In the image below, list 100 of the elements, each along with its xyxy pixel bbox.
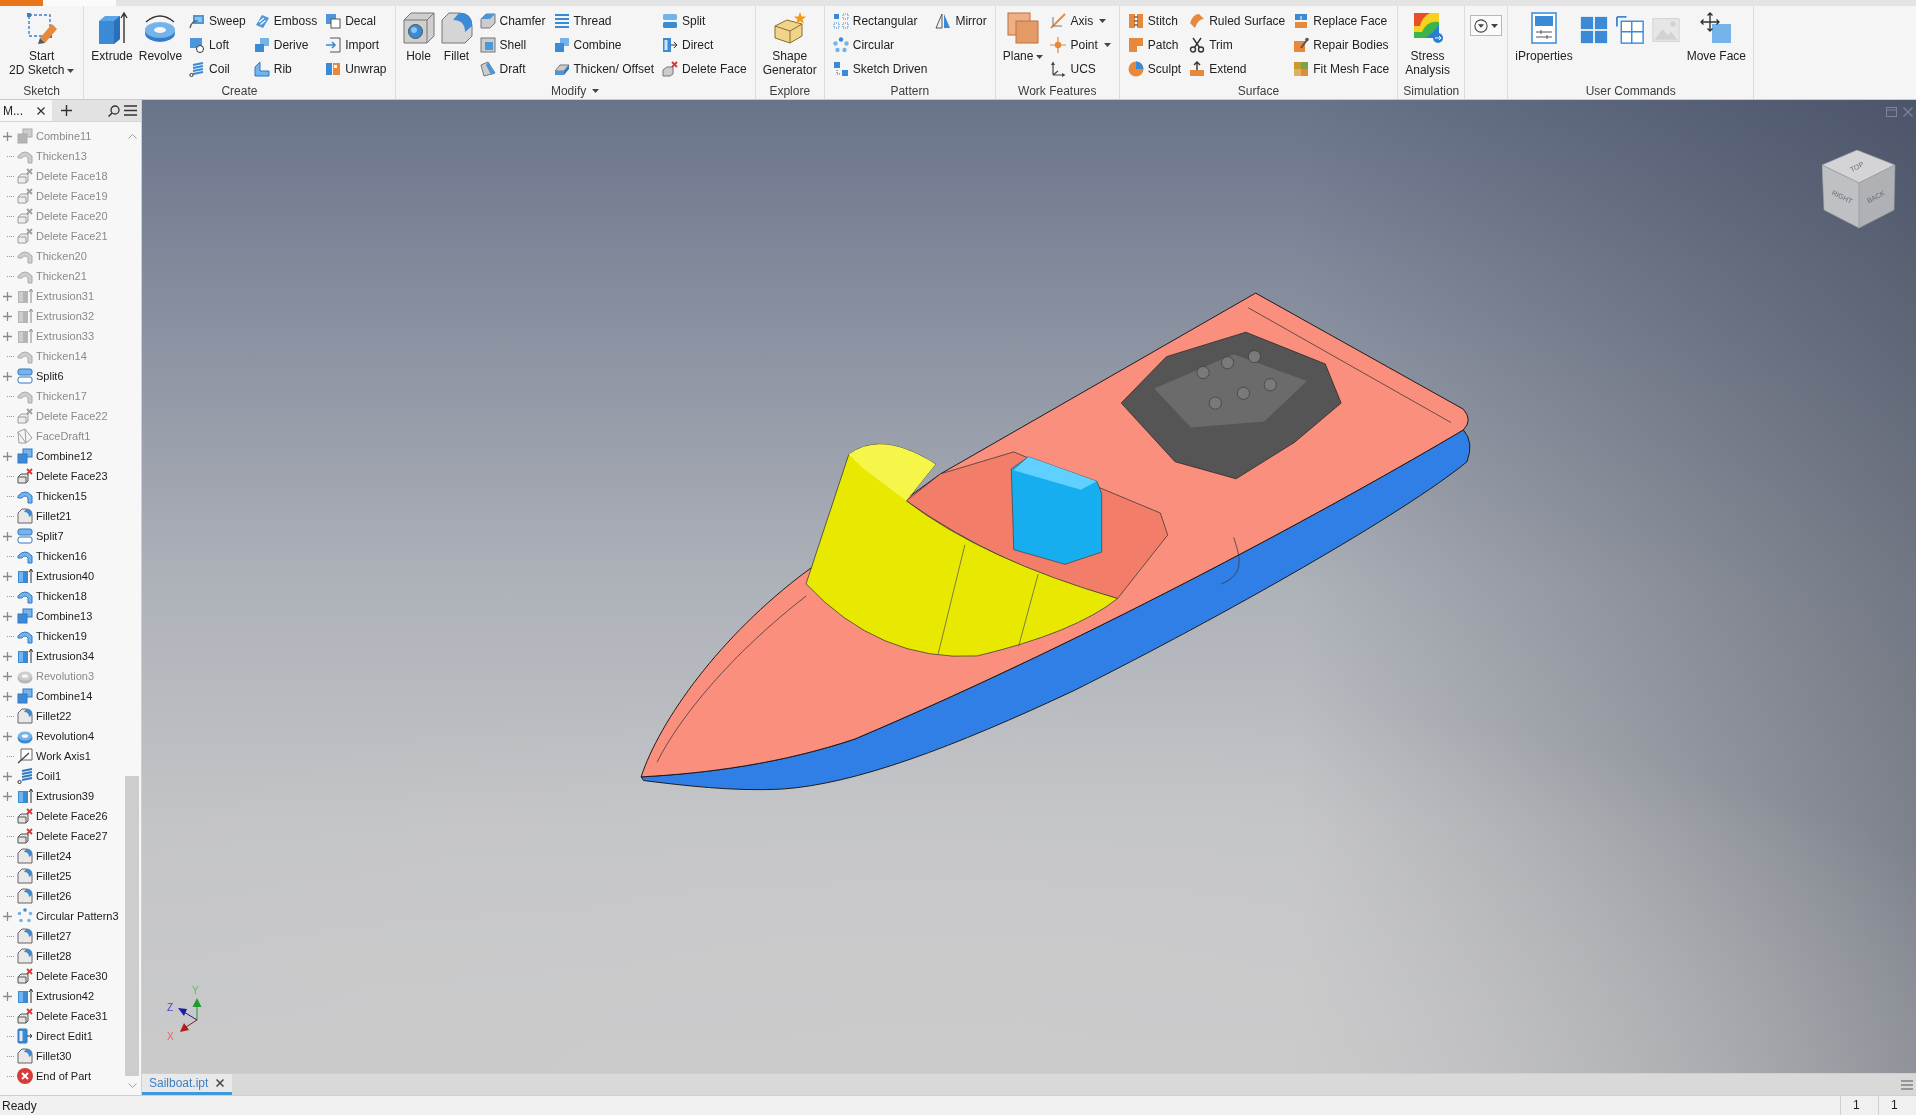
tool-button[interactable]: Stress Analysis (1403, 9, 1452, 77)
tree-item[interactable]: Thicken18 (0, 586, 123, 606)
expand-plus-icon[interactable] (3, 451, 12, 461)
tool-button[interactable]: Repair Bodies (1290, 33, 1392, 57)
expand-plus-icon[interactable] (3, 771, 12, 781)
tool-button[interactable]: Shape Generator (760, 9, 819, 77)
tree-item[interactable]: Fillet28 (0, 946, 123, 966)
tree-item[interactable]: Delete Face26 (0, 806, 123, 826)
expand-plus-icon[interactable] (3, 571, 12, 581)
tree-item[interactable]: Combine13 (0, 606, 123, 626)
tool-button[interactable]: Extend (1186, 57, 1250, 81)
tree-item[interactable]: Revolution4 (0, 726, 123, 746)
tree-item[interactable]: Fillet27 (0, 926, 123, 946)
tool-button[interactable]: Trim (1186, 33, 1236, 57)
menu-icon[interactable] (124, 105, 137, 116)
expand-plus-icon[interactable] (3, 611, 12, 621)
tree-item[interactable]: Circular Pattern3 (0, 906, 123, 926)
tree-item[interactable]: Fillet24 (0, 846, 123, 866)
tool-button[interactable]: Draft (476, 57, 529, 81)
tree-item[interactable]: Delete Face27 (0, 826, 123, 846)
tree-item[interactable]: Direct Edit1 (0, 1026, 123, 1046)
tree-item[interactable]: End of Part (0, 1066, 123, 1086)
tool-button[interactable]: Shell (476, 33, 530, 57)
tree-item[interactable]: Coil1 (0, 766, 123, 786)
tree-item[interactable]: Thicken19 (0, 626, 123, 646)
expand-plus-icon[interactable] (3, 131, 12, 141)
tree-item[interactable]: Delete Face30 (0, 966, 123, 986)
tool-button[interactable]: Revolve (136, 9, 185, 63)
tree-item[interactable]: Fillet22 (0, 706, 123, 726)
restore-window-icon[interactable] (1886, 107, 1897, 117)
expand-plus-icon[interactable] (3, 311, 12, 321)
expand-plus-icon[interactable] (3, 731, 12, 741)
expand-plus-icon[interactable] (3, 651, 12, 661)
tool-button[interactable]: Decal (322, 9, 379, 33)
tree-item[interactable]: Split6 (0, 366, 123, 386)
expand-plus-icon[interactable] (3, 531, 12, 541)
dropdown-button[interactable] (1470, 15, 1503, 36)
tool-button[interactable]: Sketch Driven (829, 57, 931, 81)
tree-item[interactable]: Extrusion34 (0, 646, 123, 666)
tree-item[interactable]: Thicken15 (0, 486, 123, 506)
tree-item[interactable]: Thicken16 (0, 546, 123, 566)
tree-item[interactable]: Delete Face23 (0, 466, 123, 486)
scrollbar-thumb[interactable] (125, 776, 139, 1076)
tool-button[interactable]: Plane (1000, 9, 1046, 63)
tool-button[interactable]: Hole (400, 9, 437, 63)
tool-button[interactable]: Derive (250, 33, 312, 57)
search-icon[interactable] (108, 104, 120, 117)
expand-plus-icon[interactable] (3, 331, 12, 341)
tool-button[interactable]: Sweep (186, 9, 249, 33)
expand-plus-icon[interactable] (3, 911, 12, 921)
expand-plus-icon[interactable] (3, 991, 12, 1001)
tool-button[interactable]: Coil (186, 57, 233, 81)
scroll-down-icon[interactable] (127, 1083, 137, 1088)
tool-button[interactable]: Circular (829, 33, 898, 57)
tree-item[interactable]: Fillet30 (0, 1046, 123, 1066)
tree-item[interactable]: Fillet21 (0, 506, 123, 526)
expand-plus-icon[interactable] (3, 291, 12, 301)
tool-button[interactable]: Thread (550, 9, 615, 33)
tool-button[interactable]: Start 2D Sketch (7, 9, 77, 77)
tree-item[interactable]: Combine14 (0, 686, 123, 706)
tree-item[interactable]: Extrusion39 (0, 786, 123, 806)
plus-icon[interactable] (61, 105, 72, 116)
expand-plus-icon[interactable] (3, 671, 12, 681)
tool-button[interactable]: Emboss (250, 9, 321, 33)
tool-button[interactable]: Loft (186, 33, 233, 57)
tool-button[interactable]: iProperties (1513, 9, 1575, 63)
close-icon[interactable] (216, 1079, 225, 1087)
tool-button[interactable]: Thicken/ Offset (550, 57, 657, 81)
tool-button[interactable]: Combine (550, 33, 625, 57)
close-icon[interactable] (37, 106, 45, 115)
expand-plus-icon[interactable] (3, 691, 12, 701)
tool-button[interactable]: Split (659, 9, 709, 33)
tool-button[interactable]: Unwrap (322, 57, 390, 81)
tree-item[interactable]: Fillet26 (0, 886, 123, 906)
tool-button[interactable]: Point (1047, 33, 1114, 57)
document-tab[interactable]: Sailboat.ipt (142, 1074, 233, 1095)
panel-menu-button[interactable]: Modify (550, 83, 600, 99)
tree-item[interactable]: Extrusion42 (0, 986, 123, 1006)
tool-button[interactable]: UCS (1047, 57, 1099, 81)
tool-button[interactable]: Delete Face (659, 57, 750, 81)
scroll-up-icon[interactable] (127, 134, 137, 139)
tool-button[interactable]: Patch (1124, 33, 1182, 57)
tree-item[interactable]: Work Axis1 (0, 746, 123, 766)
tool-button[interactable]: Stitch (1124, 9, 1181, 33)
tree-item[interactable]: Fillet25 (0, 866, 123, 886)
tool-button[interactable]: Direct (659, 33, 717, 57)
tool-button[interactable]: Replace Face (1290, 9, 1391, 33)
tool-button[interactable]: Mirror (932, 9, 990, 33)
tool-button[interactable]: Rib (250, 57, 295, 81)
tool-button[interactable]: Fillet (438, 9, 475, 63)
tool-button[interactable]: Rectangular (829, 9, 921, 33)
tree-item[interactable]: Combine12 (0, 446, 123, 466)
tool-button[interactable]: Ruled Surface (1186, 9, 1289, 33)
tree-item[interactable]: Delete Face31 (0, 1006, 123, 1026)
tool-button[interactable]: Axis (1047, 9, 1110, 33)
tool-button[interactable]: Extrude (89, 9, 135, 63)
tool-button[interactable]: Fit Mesh Face (1290, 57, 1393, 81)
expand-plus-icon[interactable] (3, 371, 12, 381)
tool-button[interactable]: Move Face (1684, 9, 1748, 63)
tree-item[interactable]: Extrusion40 (0, 566, 123, 586)
